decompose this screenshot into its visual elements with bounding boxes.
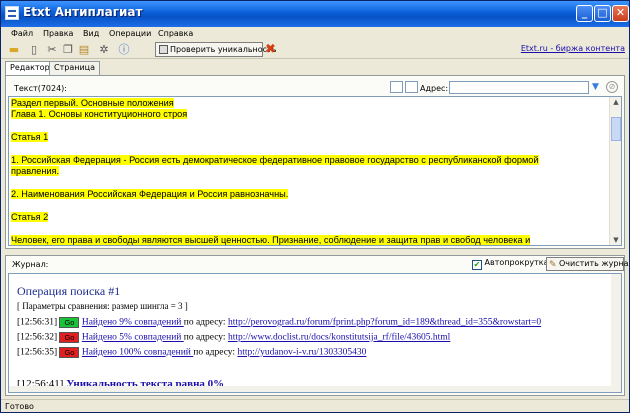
- menu-help[interactable]: Справка: [158, 29, 193, 38]
- new-document-icon[interactable]: ▯: [27, 43, 41, 57]
- log-entry: [12:56:32] Go Найдено 5% совпадений по а…: [17, 332, 450, 343]
- cut-icon[interactable]: ✂: [45, 43, 59, 57]
- magnifier-icon: [159, 45, 168, 54]
- journal-label: Журнал:: [12, 260, 49, 269]
- menu-file[interactable]: Файл: [11, 29, 33, 38]
- autoscroll-label: Автопрокрутка: [484, 258, 549, 267]
- journal-hscrollbar[interactable]: [9, 386, 621, 392]
- window-title: Etxt Антиплагиат: [23, 5, 143, 19]
- menu-operations[interactable]: Операции: [109, 29, 151, 38]
- clear-journal-button[interactable]: ✎ Очистить журнал: [546, 257, 629, 271]
- copy-icon[interactable]: ❐: [61, 43, 75, 57]
- by-address-label: по адресу:: [193, 347, 236, 358]
- status-text: Готово: [5, 402, 34, 411]
- journal-scrollbar[interactable]: [611, 274, 621, 392]
- address-stop-icon[interactable]: ⊘: [606, 81, 618, 93]
- close-button[interactable]: ✕: [612, 5, 629, 22]
- text-length-label: Текст(7024):: [14, 84, 67, 93]
- title-bar[interactable]: Etxt Антиплагиат _ □ ✕: [1, 1, 629, 27]
- text-line: Глава 1. Основы конституционного строя: [11, 109, 611, 120]
- broom-icon: ✎: [549, 260, 557, 270]
- app-icon: [5, 6, 19, 20]
- by-address-label: по адресу:: [183, 317, 226, 328]
- menu-bar: Файл Правка Вид Операции Справка: [1, 27, 629, 41]
- operation-title: Операция поиска #1: [17, 284, 121, 298]
- check-uniqueness-label: Проверить уникальность: [170, 45, 277, 54]
- stop-icon[interactable]: ✖: [265, 42, 276, 57]
- scroll-thumb[interactable]: [611, 117, 621, 141]
- text-line-content: Статья 1: [11, 132, 49, 143]
- text-line: [11, 121, 611, 132]
- text-line-content: Человек, его права и свободы являются вы…: [11, 234, 531, 245]
- split-view-button[interactable]: [405, 81, 418, 93]
- text-line: 2. Наименования Российская Федерация и Р…: [11, 189, 611, 200]
- source-url-link[interactable]: http://yudanov-i-v.ru/1303305430: [237, 348, 366, 358]
- source-url-link[interactable]: http://www.doclist.ru/docs/konstitutsija…: [228, 333, 450, 343]
- tab-strip: Редактор Страница: [5, 61, 205, 76]
- clear-journal-label: Очистить журнал: [559, 259, 630, 268]
- log-entry: [12:56:31] Go Найдено 9% совпадений по а…: [17, 317, 541, 328]
- tab-editor[interactable]: Редактор: [5, 61, 55, 76]
- tab-page[interactable]: Страница: [49, 61, 101, 75]
- found-link[interactable]: Найдено 100% совпадений: [82, 348, 193, 358]
- app-window: Etxt Антиплагиат _ □ ✕ Файл Правка Вид О…: [0, 0, 630, 413]
- log-time: [12:56:35]: [17, 347, 58, 358]
- log-time: [12:56:31]: [17, 317, 58, 328]
- minimize-button[interactable]: _: [576, 5, 593, 22]
- text-content: Раздел первый. Основные положения Глава 1…: [11, 98, 611, 245]
- paste-icon[interactable]: ▤: [77, 43, 91, 57]
- by-address-label: по адресу:: [183, 332, 226, 343]
- toolbar: ▬ ▯ ✂ ❐ ▤ ✲ ⓘ Проверить уникальность ✖ E…: [1, 41, 629, 59]
- info-icon[interactable]: ⓘ: [117, 43, 131, 57]
- text-line: [11, 144, 611, 155]
- text-line: Человек, его права и свободы являются вы…: [11, 234, 611, 245]
- text-line: [11, 201, 611, 212]
- text-line: 1. Российская Федерация - Россия есть де…: [11, 154, 611, 166]
- editor-scrollbar[interactable]: ▲ ▼: [609, 97, 621, 245]
- journal-panel: Журнал: ✔ Автопрокрутка ✎ Очистить журна…: [5, 255, 629, 396]
- text-line-content: 2. Наименования Российская Федерация и Р…: [11, 189, 289, 200]
- source-url-link[interactable]: http://perovograd.ru/forum/fprint.php?fo…: [228, 318, 541, 328]
- found-link[interactable]: Найдено 5% совпадений: [82, 333, 184, 343]
- scroll-down-icon[interactable]: ▼: [611, 235, 621, 245]
- editor-panel: Текст(7024): Адрес: ▼ ⊘ Раздел первый. О…: [5, 75, 625, 249]
- autoscroll-toggle[interactable]: ✔ Автопрокрутка: [472, 258, 549, 270]
- text-line: правления.: [11, 166, 611, 177]
- address-input[interactable]: [449, 81, 589, 94]
- maximize-button[interactable]: □: [594, 5, 611, 22]
- go-badge[interactable]: Go: [59, 317, 80, 328]
- text-editor[interactable]: Раздел первый. Основные положения Глава 1…: [8, 96, 622, 246]
- text-line: [11, 223, 611, 234]
- text-line-content: Раздел первый. Основные положения: [11, 98, 174, 108]
- go-badge[interactable]: Go: [59, 332, 80, 343]
- text-line: Статья 1: [11, 132, 611, 143]
- text-line: Раздел первый. Основные положения: [11, 98, 611, 109]
- text-line-content: Глава 1. Основы конституционного строя: [11, 109, 188, 120]
- text-line-content: 1. Российская Федерация - Россия есть де…: [11, 154, 539, 165]
- log-entry: [12:56:35] Go Найдено 100% совпадений по…: [17, 347, 366, 358]
- settings-icon[interactable]: ✲: [97, 43, 111, 57]
- menu-view[interactable]: Вид: [83, 29, 99, 38]
- text-line-content: Статья 2: [11, 211, 49, 222]
- text-view-button[interactable]: [390, 81, 403, 93]
- found-link[interactable]: Найдено 9% совпадений: [82, 318, 184, 328]
- menu-edit[interactable]: Правка: [43, 29, 73, 38]
- text-line: [11, 178, 611, 189]
- autoscroll-checkbox[interactable]: ✔: [472, 260, 482, 270]
- journal-log[interactable]: Операция поиска #1 [ Параметры сравнения…: [8, 273, 622, 393]
- go-badge[interactable]: Go: [59, 347, 80, 358]
- etxt-link[interactable]: Etxt.ru - биржа контента: [521, 44, 625, 53]
- status-bar: Готово: [1, 399, 629, 412]
- text-line: Статья 2: [11, 211, 611, 223]
- address-label: Адрес:: [420, 84, 449, 93]
- log-time: [12:56:32]: [17, 332, 58, 343]
- scroll-up-icon[interactable]: ▲: [611, 97, 621, 107]
- address-go-icon[interactable]: ▼: [592, 82, 599, 92]
- open-folder-icon[interactable]: ▬: [7, 43, 21, 57]
- text-line-content: правления.: [11, 166, 60, 177]
- check-uniqueness-button[interactable]: Проверить уникальность: [155, 42, 276, 57]
- comparison-params: [ Параметры сравнения: размер шингла = 3…: [17, 301, 188, 311]
